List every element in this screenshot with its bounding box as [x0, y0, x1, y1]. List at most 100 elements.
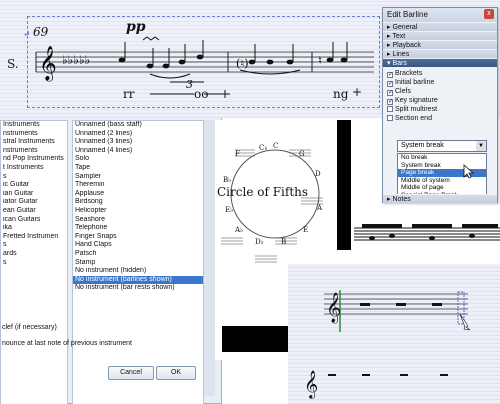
instrument-family-item[interactable]: Instruments: [1, 121, 67, 130]
key-label: A: [316, 204, 323, 212]
checkbox-label: Brackets: [395, 70, 423, 77]
checkbox[interactable]: [387, 106, 393, 112]
key-label: A♭: [234, 226, 243, 234]
checkbox-label: Clefs: [395, 88, 411, 95]
bar-number: 69: [33, 25, 49, 39]
instrument-family-item[interactable]: nstruments: [1, 130, 67, 139]
instrument-family-list[interactable]: Instruments nstruments stral Instruments ns…: [0, 120, 68, 404]
cancel-button[interactable]: Cancel: [108, 366, 154, 380]
checkbox-row[interactable]: ✓ Key signature: [383, 96, 497, 105]
instrument-item[interactable]: Finger Snaps: [73, 233, 203, 242]
option-clef[interactable]: clef (if necessary): [2, 324, 57, 331]
break-dropdown-value: System break: [401, 142, 444, 149]
panel-sections: ▸ General ▸ Text ▸ Playback ▸ Lines ▾ Bars: [383, 22, 497, 67]
instrument-item[interactable]: No instrument (barlines shown): [73, 275, 203, 285]
instrument-item[interactable]: Seashore: [73, 216, 203, 225]
instrument-item[interactable]: Helicopter: [73, 207, 203, 216]
chevron-down-icon[interactable]: ▼: [476, 141, 486, 151]
instrument-family-item[interactable]: iator Guitar: [1, 198, 67, 207]
close-icon[interactable]: x: [484, 9, 494, 19]
section-notes[interactable]: ▸ Notes: [383, 194, 497, 203]
instrument-family-item[interactable]: ika: [1, 224, 67, 233]
instrument-item[interactable]: Tape: [73, 164, 203, 173]
instrument-list-scrollbar[interactable]: [203, 120, 215, 396]
instrument-item[interactable]: Unnamed (2 lines): [73, 130, 203, 139]
key-label: B♭: [223, 176, 231, 184]
treble-clef-icon-2: 𝄞: [304, 370, 318, 399]
instrument-item[interactable]: Unnamed (4 lines): [73, 147, 203, 156]
ok-button[interactable]: OK: [156, 366, 196, 380]
section-notes-label: Notes: [392, 196, 411, 203]
instrument-family-item[interactable]: s: [1, 241, 67, 250]
instrument-family-item[interactable]: ards: [1, 250, 67, 259]
key-label: G: [299, 150, 305, 158]
instrument-family-item[interactable]: stral Instruments: [1, 138, 67, 147]
instrument-item[interactable]: Applause: [73, 190, 203, 199]
instrument-item[interactable]: Patsch: [73, 250, 203, 259]
option-announce[interactable]: nounce at last note of previous instrume…: [2, 340, 132, 347]
checkbox-label: Split multirest: [395, 106, 438, 113]
instrument-item[interactable]: No instrument (hidden): [73, 267, 203, 276]
checkbox-row[interactable]: Split multirest: [383, 105, 497, 114]
staff-label: S.: [7, 57, 19, 71]
checkbox-row[interactable]: ✓ Clefs: [383, 87, 497, 96]
section-label: Bars: [392, 60, 407, 67]
section-playback[interactable]: ▸ Playback: [383, 40, 497, 49]
instrument-item[interactable]: Stamp: [73, 259, 203, 268]
sharp-accidental: ♮: [318, 54, 322, 67]
instrument-item[interactable]: Theremin: [73, 181, 203, 190]
edit-barline-panel: Edit Barline x ▸ General ▸ Text ▸ Playback…: [382, 7, 498, 203]
key-label: D♭: [255, 238, 264, 246]
dropdown-option[interactable]: No break: [398, 154, 486, 162]
section-label: Lines: [392, 51, 410, 58]
key-signature-flats: ♭♭♭♭♭: [62, 53, 90, 67]
lyric-rr: rr: [123, 87, 135, 101]
checkbox[interactable]: [387, 115, 393, 121]
instrument-family-item[interactable]: Fretted Instrumen: [1, 233, 67, 242]
instrument-item[interactable]: Sampler: [73, 173, 203, 182]
instrument-family-item[interactable]: ic Guitar: [1, 181, 67, 190]
instrument-family-item[interactable]: ean Guitar: [1, 207, 67, 216]
bars-checkboxes: ✓ Brackets ✓ Initial barline ✓ Clefs ✓ Key sign…: [383, 69, 497, 123]
instrument-family-item[interactable]: s: [1, 259, 67, 268]
section-label: Text: [392, 33, 406, 40]
break-dropdown[interactable]: System break ▼: [397, 140, 487, 152]
lyric-oo: oo: [194, 87, 208, 101]
key-label: E♭: [225, 206, 233, 214]
instrument-item[interactable]: Telephone: [73, 224, 203, 233]
instrument-family-item[interactable]: ian Guitar: [1, 190, 67, 199]
dynamic-marking: pp: [126, 19, 146, 35]
return-arrow-icon: ⤶: [23, 30, 31, 40]
dropdown-option[interactable]: Middle of page: [398, 184, 486, 192]
change-instrument-dialog: Instruments nstruments stral Instruments ns…: [0, 112, 222, 404]
instrument-family-item[interactable]: t Instruments: [1, 164, 67, 173]
key-label: C♭: [259, 144, 268, 152]
instrument-item[interactable]: Hand Claps: [73, 241, 203, 250]
rest-2: [396, 303, 406, 306]
instrument-item[interactable]: Birdsong: [73, 198, 203, 207]
instrument-family-item[interactable]: nd Pop Instruments: [1, 155, 67, 164]
section-bars[interactable]: ▾ Bars: [383, 58, 497, 67]
checkbox-row[interactable]: Section end: [383, 114, 497, 123]
score-page-bottom-right: 𝄞 𝄞: [288, 264, 500, 404]
panel-titlebar[interactable]: Edit Barline x: [383, 8, 497, 22]
instrument-item[interactable]: Unnamed (bass staff): [73, 121, 203, 130]
instrument-family-item[interactable]: s: [1, 173, 67, 182]
rest-1: [360, 303, 370, 306]
section-lines[interactable]: ▸ Lines: [383, 49, 497, 58]
instrument-item[interactable]: Unnamed (3 lines): [73, 138, 203, 147]
score-page-svg: 𝄞 𝄞: [304, 290, 471, 399]
checkbox-row[interactable]: ✓ Initial barline: [383, 78, 497, 87]
instrument-list[interactable]: Unnamed (bass staff) Unnamed (2 lines) Unn…: [72, 120, 204, 404]
instrument-item[interactable]: Solo: [73, 155, 203, 164]
checkbox-label: Key signature: [395, 97, 438, 104]
mouse-cursor-icon: [459, 313, 471, 331]
treble-clef-icon: 𝄞: [39, 46, 57, 82]
checkbox-row[interactable]: ✓ Brackets: [383, 69, 497, 78]
section-text[interactable]: ▸ Text: [383, 31, 497, 40]
panel-title: Edit Barline: [387, 10, 428, 19]
section-general[interactable]: ▸ General: [383, 22, 497, 31]
instrument-item[interactable]: No instrument (bar rests shown): [73, 284, 203, 293]
instrument-family-item[interactable]: ican Guitars: [1, 216, 67, 225]
instrument-family-item[interactable]: nstruments: [1, 147, 67, 156]
